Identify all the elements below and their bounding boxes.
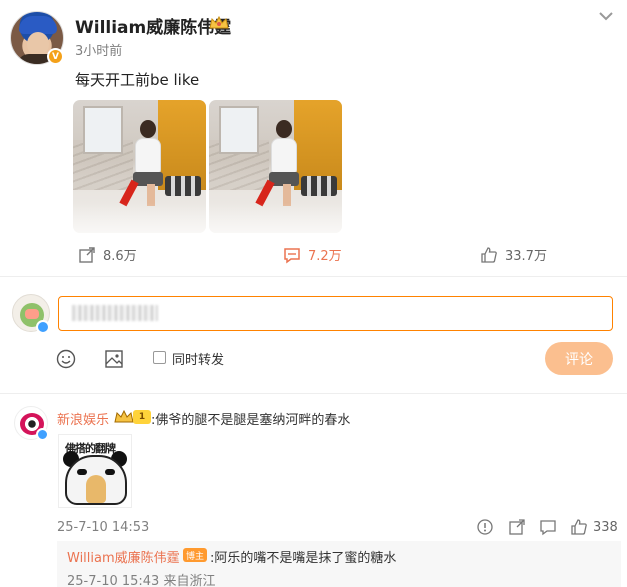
divider — [0, 393, 627, 394]
crown-icon — [114, 409, 134, 423]
comment-count: 7.2万 — [308, 249, 342, 264]
repost-icon — [79, 246, 95, 263]
repost-count: 8.6万 — [103, 249, 137, 264]
share-icon[interactable] — [508, 518, 526, 536]
verified-badge-icon — [36, 428, 49, 441]
repost-label[interactable]: 同时转发 — [172, 349, 224, 368]
image-icon[interactable] — [103, 348, 125, 370]
blurred-input-text — [72, 305, 158, 321]
emoji-icon[interactable] — [55, 348, 77, 370]
reply-meta: 25-7-10 15:43 来自浙江 — [67, 574, 216, 587]
crown-icon — [209, 15, 229, 29]
reply-text: :阿乐的嘴不是嘴是抹了蜜的糖水 — [210, 551, 397, 566]
reply-author-name[interactable]: William威廉陈伟霆 — [67, 547, 180, 566]
comment-icon — [284, 247, 300, 263]
post-text: 每天开工前be like — [75, 71, 200, 89]
like-button[interactable]: 33.7万 — [480, 245, 547, 264]
like-count: 33.7万 — [505, 249, 547, 264]
chevron-down-icon[interactable] — [596, 8, 616, 24]
verified-badge-icon: V — [47, 48, 64, 65]
repost-button[interactable]: 8.6万 — [78, 245, 137, 264]
comment-text: :佛爷的腿不是腿是塞纳河畔的春水 — [151, 413, 351, 428]
comment-like-icon[interactable] — [570, 518, 588, 536]
comment-button[interactable]: 7.2万 — [283, 245, 342, 264]
divider — [0, 276, 627, 277]
reply-icon[interactable] — [539, 518, 557, 536]
repost-checkbox[interactable] — [153, 351, 166, 364]
commenter-name[interactable]: 新浪娱乐 — [57, 409, 109, 428]
author-badge: 博主 — [183, 548, 207, 562]
comment-time: 25-7-10 14:53 — [57, 520, 150, 535]
report-icon[interactable] — [476, 518, 494, 536]
post-photo-1[interactable] — [73, 100, 206, 233]
submit-comment-button[interactable]: 评论 — [545, 342, 613, 375]
fan-level-badge: 1 — [133, 410, 151, 424]
post-time[interactable]: 3小时前 — [75, 40, 122, 59]
verified-badge-icon — [36, 320, 50, 334]
comment-sticker-image[interactable]: 佛搭的翻牌 — [58, 434, 132, 508]
post-photo-2[interactable] — [209, 100, 342, 233]
like-icon — [481, 246, 497, 263]
comment-like-count: 338 — [593, 520, 618, 535]
